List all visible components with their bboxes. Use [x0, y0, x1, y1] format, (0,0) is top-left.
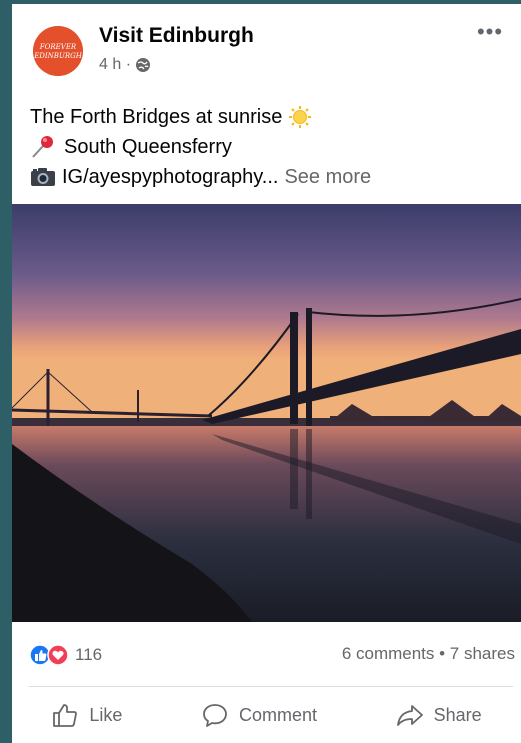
post-header: FOREVER EDINBURGH Visit Edinburgh 4 h · … — [12, 4, 521, 90]
thumbs-up-icon — [53, 704, 78, 727]
actions-divider — [29, 686, 513, 687]
camera-emoji — [31, 168, 55, 186]
share-label: Share — [433, 704, 482, 725]
post-text-line-1: The Forth Bridges at sunrise — [30, 102, 371, 132]
reaction-count: 116 — [75, 645, 103, 664]
see-more-link[interactable]: See more — [284, 162, 371, 192]
avatar-logo: FOREVER EDINBURGH — [33, 26, 83, 76]
love-reaction-icon — [47, 644, 69, 666]
share-icon — [396, 705, 423, 726]
post-text-line-2: South Queensferry — [30, 132, 371, 162]
comment-icon — [203, 704, 227, 727]
engagement-bar: 116 6 comments • 7 shares — [12, 634, 521, 674]
pushpin-emoji — [32, 136, 53, 158]
post-photo[interactable] — [12, 204, 521, 622]
post-meta: 4 h · — [99, 56, 151, 74]
comment-button[interactable]: Comment — [191, 693, 327, 737]
action-bar: Like Comment Share — [12, 690, 521, 740]
share-button[interactable]: Share — [386, 693, 492, 737]
post-text-line-3: IG/ayespyphotography... See more — [30, 162, 371, 192]
post-card: FOREVER EDINBURGH Visit Edinburgh 4 h · … — [12, 4, 521, 743]
reactions-summary[interactable]: 116 — [29, 644, 102, 666]
like-button[interactable]: Like — [41, 693, 132, 737]
like-label: Like — [89, 704, 123, 725]
avatar-text-1: FOREVER — [39, 43, 77, 51]
timestamp[interactable]: 4 h · — [99, 56, 131, 74]
photo-credit[interactable]: IG/ayespyphotography... — [62, 162, 278, 192]
comment-label: Comment — [238, 704, 317, 725]
page-avatar[interactable]: FOREVER EDINBURGH — [33, 26, 83, 76]
location-text: South Queensferry — [64, 136, 232, 158]
page-name[interactable]: Visit Edinburgh — [99, 24, 254, 48]
avatar-text-2: EDINBURGH — [33, 52, 83, 60]
post-text: The Forth Bridges at sunrise South Queen… — [30, 102, 371, 192]
sun-emoji — [289, 106, 312, 128]
more-options-icon[interactable]: ••• — [475, 21, 505, 43]
post-caption: The Forth Bridges at sunrise — [30, 106, 283, 128]
comments-shares-count[interactable]: 6 comments • 7 shares — [342, 644, 515, 664]
globe-icon — [136, 58, 151, 72]
